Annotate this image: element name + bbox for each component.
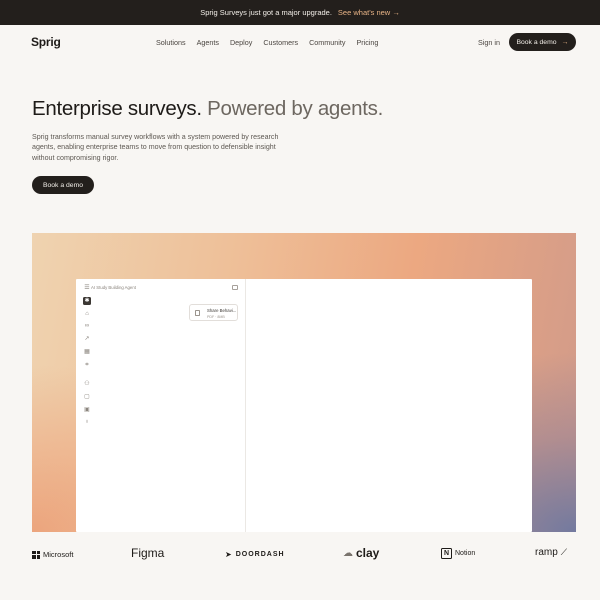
nav-book-demo-label: Book a demo (516, 38, 557, 46)
note-icon: ▢ (84, 394, 90, 400)
nav-book-demo-button[interactable]: Book a demo → (509, 33, 576, 51)
customer-logos: Microsoft Figma ➤ DOORDASH ☁ clay N Noti… (0, 540, 600, 568)
nav-link-pricing[interactable]: Pricing (356, 38, 378, 47)
logo-doordash-label: DOORDASH (235, 551, 285, 558)
app-header-label: AI Study Building Agent (91, 285, 136, 290)
logo-doordash: ➤ DOORDASH (225, 550, 285, 559)
home-icon: ⌂ (85, 311, 89, 317)
banner-link-label: See what's new (337, 8, 391, 17)
lightbulb-icon: ♁ (84, 419, 90, 425)
hero-title-strong: Enterprise surveys. (32, 97, 202, 120)
grid-icon: ▦ (84, 349, 90, 355)
file-meta: PDF · 8MB (207, 315, 225, 319)
app-sidebar-rail: ☰ ✱ ⌂ ∞ ↗ ▦ ⌗ ⚇ ▢ ▣ ♁ (76, 279, 98, 532)
hero-book-demo-button[interactable]: Book a demo (32, 176, 94, 194)
nav-link-agents[interactable]: Agents (197, 38, 219, 47)
menu-icon: ☰ (84, 285, 90, 291)
hero-title-muted: Powered by agents. (207, 97, 383, 120)
ramp-icon: ⟋ (560, 547, 568, 557)
notion-icon: N (441, 548, 452, 559)
expand-icon (232, 285, 238, 290)
logo-ramp: ramp ⟋ (535, 547, 567, 558)
nav-link-deploy[interactable]: Deploy (230, 38, 252, 47)
trend-icon: ↗ (84, 336, 90, 342)
panel-divider (245, 279, 246, 532)
logo-notion: N Notion (441, 548, 475, 559)
arrow-right-icon: → (392, 8, 400, 17)
app-preview-window: ☰ ✱ ⌂ ∞ ↗ ▦ ⌗ ⚇ ▢ ▣ ♁ AI Study Building … (76, 279, 532, 532)
link-icon: ∞ (84, 323, 90, 329)
top-nav: Sprig Solutions Agents Deploy Customers … (0, 25, 600, 59)
hero-title: Enterprise surveys. Powered by agents. (32, 97, 383, 121)
logo-figma-label: Figma (131, 546, 165, 560)
banner-link[interactable]: See what's new → (338, 8, 400, 17)
agent-icon: ✱ (83, 297, 91, 305)
logo-clay: ☁ clay (343, 546, 379, 560)
logo-ramp-label: ramp (535, 547, 558, 558)
logo-notion-label: Notion (455, 550, 476, 557)
doordash-icon: ➤ (225, 550, 233, 559)
logo-microsoft-label: Microsoft (43, 550, 74, 559)
banner-text: Sprig Surveys just got a major upgrade. (200, 8, 332, 17)
nav-link-community[interactable]: Community (309, 38, 345, 47)
arrow-right-icon: → (561, 38, 569, 46)
media-icon: ▣ (84, 407, 90, 413)
logo-microsoft: Microsoft (32, 550, 73, 559)
attached-file-card: Share Behavi... PDF · 8MB (189, 304, 238, 321)
document-icon (195, 310, 200, 316)
nav-links: Solutions Agents Deploy Customers Commun… (156, 38, 389, 47)
logo-clay-label: clay (356, 546, 380, 560)
file-title: Share Behavi... (207, 308, 237, 313)
announcement-banner: Sprig Surveys just got a major upgrade. … (0, 0, 600, 25)
nav-link-solutions[interactable]: Solutions (156, 38, 186, 47)
sign-in-link[interactable]: Sign in (478, 38, 500, 47)
scan-icon: ⌗ (85, 362, 89, 368)
logo-figma: Figma (131, 546, 164, 560)
users-icon: ⚇ (84, 381, 90, 387)
sprig-logo[interactable]: Sprig (31, 35, 61, 49)
clay-icon: ☁ (343, 547, 353, 559)
microsoft-icon (32, 550, 40, 559)
nav-link-customers[interactable]: Customers (263, 38, 298, 47)
hero-description: Sprig transforms manual survey workflows… (32, 133, 279, 162)
